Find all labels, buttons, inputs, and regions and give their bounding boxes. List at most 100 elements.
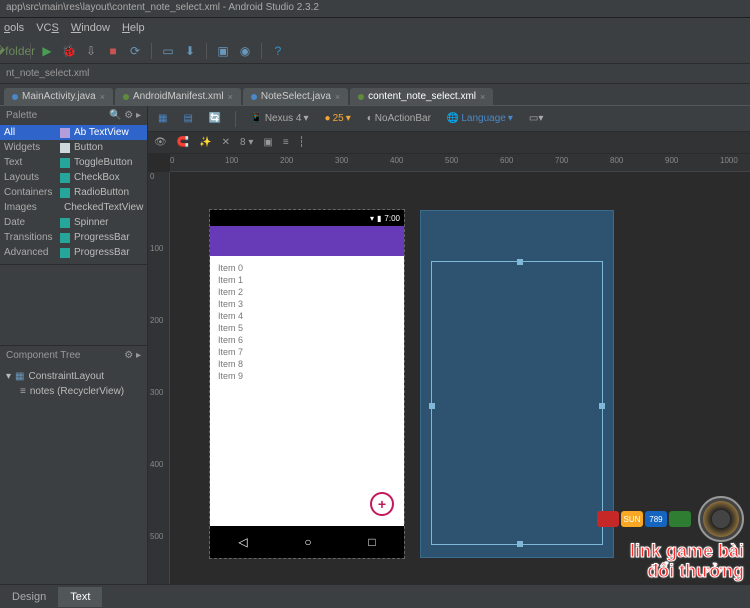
- avd-icon[interactable]: ▭: [160, 43, 176, 59]
- tab-design[interactable]: Design: [0, 587, 58, 607]
- open-icon[interactable]: �folder: [6, 43, 22, 59]
- run-icon[interactable]: ▶: [39, 43, 55, 59]
- magnet-icon[interactable]: 🧲: [177, 137, 189, 148]
- list-item: Item 0: [218, 262, 396, 274]
- design-view-icon[interactable]: ▦: [154, 111, 171, 126]
- widget-textview[interactable]: Ab TextView: [56, 125, 147, 140]
- list-item: Item 1: [218, 274, 396, 286]
- cat-widgets[interactable]: Widgets: [0, 140, 56, 155]
- attach-icon[interactable]: ⇩: [83, 43, 99, 59]
- cat-date[interactable]: Date: [0, 215, 56, 230]
- guideline-icon[interactable]: ┆: [299, 137, 305, 148]
- tab-noteselect[interactable]: NoteSelect.java×: [243, 88, 348, 105]
- api-select[interactable]: ● 25 ▾: [321, 111, 355, 126]
- menu-help[interactable]: Help: [122, 22, 145, 34]
- app-bar: [210, 226, 404, 256]
- xml-icon: [358, 94, 364, 100]
- ruler-horizontal: 01002003004005006007008009001000: [170, 154, 750, 172]
- tab-content-note-select[interactable]: content_note_select.xml×: [350, 88, 493, 105]
- device-preview[interactable]: ▾▮7:00 Item 0Item 1Item 2Item 3Item 4Ite…: [210, 210, 404, 558]
- xml-icon: [123, 94, 129, 100]
- eye-icon[interactable]: 👁: [154, 137, 167, 148]
- ruler-vertical: 0100200300400500: [148, 172, 170, 584]
- widget-checkbox[interactable]: CheckBox: [56, 170, 147, 185]
- nav-bar: ◁ ○ □: [210, 526, 404, 558]
- close-icon[interactable]: ×: [100, 92, 105, 102]
- design-toolbar-2: 👁 🧲 ✨ ✕ 8 ▾ ▣ ≡ ┆: [148, 132, 750, 154]
- cat-all[interactable]: All: [0, 125, 56, 140]
- debug-icon[interactable]: 🐞: [61, 43, 77, 59]
- help-icon[interactable]: ?: [270, 43, 286, 59]
- pack-icon[interactable]: ▣: [263, 137, 272, 148]
- list-item: Item 2: [218, 286, 396, 298]
- layout-icon[interactable]: ▣: [215, 43, 231, 59]
- search-icon[interactable]: 🔍: [109, 110, 121, 121]
- lang-select[interactable]: 🌐 Language ▾: [443, 111, 517, 126]
- tab-text[interactable]: Text: [58, 587, 102, 607]
- widget-progressbar[interactable]: ProgressBar: [56, 245, 147, 260]
- palette-categories: All Widgets Text Layouts Containers Imag…: [0, 125, 56, 264]
- theme-select[interactable]: ◐ NoActionBar: [363, 111, 435, 126]
- component-tree-header: Component Tree ⚙ ▸: [0, 345, 147, 365]
- blueprint-view-icon[interactable]: ▤: [179, 111, 196, 126]
- design-toolbar: ▦ ▤ 🔄 📱 Nexus 4 ▾ ● 25 ▾ ◐ NoActionBar 🌐…: [148, 106, 750, 132]
- java-icon: [12, 94, 18, 100]
- clear-icon[interactable]: ✕: [222, 137, 230, 148]
- variant-icon[interactable]: ▭▾: [525, 111, 547, 126]
- blueprint-selection[interactable]: [431, 261, 603, 545]
- gear-icon[interactable]: ⚙: [124, 110, 133, 121]
- cat-layouts[interactable]: Layouts: [0, 170, 56, 185]
- align-icon[interactable]: ≡: [283, 137, 289, 148]
- tree-root[interactable]: ▾ ▦ ConstraintLayout: [6, 369, 141, 384]
- tree-child[interactable]: ≡ notes (RecyclerView): [6, 384, 141, 399]
- device-select[interactable]: 📱 Nexus 4 ▾: [246, 111, 312, 126]
- blueprint-preview[interactable]: [420, 210, 614, 558]
- watermark-text-2: đổi thưởng: [597, 562, 744, 582]
- menu-window[interactable]: Window: [71, 22, 110, 34]
- widget-checkedtextview[interactable]: CheckedTextView: [56, 200, 147, 215]
- nav-recent-icon: □: [368, 535, 375, 549]
- stop-icon[interactable]: ■: [105, 43, 121, 59]
- tab-manifest[interactable]: AndroidManifest.xml×: [115, 88, 241, 105]
- sync-icon[interactable]: ⟳: [127, 43, 143, 59]
- palette-header: Palette 🔍 ⚙ ▸: [0, 106, 147, 125]
- sdk-icon[interactable]: ⬇: [182, 43, 198, 59]
- list-item: Item 6: [218, 334, 396, 346]
- orientation-icon[interactable]: 🔄: [205, 111, 225, 126]
- cat-transitions[interactable]: Transitions: [0, 230, 56, 245]
- palette-widgets: Ab TextViewButtonToggleButtonCheckBoxRad…: [56, 125, 147, 264]
- list-item: Item 7: [218, 346, 396, 358]
- status-bar: ▾▮7:00: [210, 210, 404, 226]
- menu-vcs[interactable]: VCS: [36, 22, 59, 34]
- watermark-chips: SUN789: [597, 511, 691, 527]
- widget-spinner[interactable]: Spinner: [56, 215, 147, 230]
- widget-button[interactable]: Button: [56, 140, 147, 155]
- wand-icon[interactable]: ✨: [199, 137, 211, 148]
- fab-add[interactable]: +: [370, 492, 394, 516]
- gear-icon[interactable]: ⚙: [124, 350, 133, 361]
- widget-togglebutton[interactable]: ToggleButton: [56, 155, 147, 170]
- java-icon: [251, 94, 257, 100]
- bottom-tabs: Design Text: [0, 584, 750, 608]
- nav-home-icon: ○: [304, 535, 311, 549]
- cat-advanced[interactable]: Advanced: [0, 245, 56, 260]
- widget-radiobutton[interactable]: RadioButton: [56, 185, 147, 200]
- close-icon[interactable]: ×: [480, 92, 485, 102]
- list-item: Item 9: [218, 370, 396, 382]
- widget-progressbar[interactable]: ProgressBar: [56, 230, 147, 245]
- menu-bar: ools VCS Window Help: [0, 18, 750, 38]
- nav-back-icon: ◁: [238, 535, 247, 549]
- editor-tabs: MainActivity.java× AndroidManifest.xml× …: [0, 84, 750, 106]
- close-icon[interactable]: ×: [335, 92, 340, 102]
- cat-containers[interactable]: Containers: [0, 185, 56, 200]
- menu-tools[interactable]: ools: [4, 22, 24, 34]
- margin-select[interactable]: 8 ▾: [240, 137, 253, 148]
- capture-icon[interactable]: ◉: [237, 43, 253, 59]
- component-tree: ▾ ▦ ConstraintLayout ≡ notes (RecyclerVi…: [0, 365, 147, 403]
- title-bar: app\src\main\res\layout\content_note_sel…: [0, 0, 750, 18]
- main-toolbar: �folder ▶ 🐞 ⇩ ■ ⟳ ▭ ⬇ ▣ ◉ ?: [0, 38, 750, 64]
- cat-images[interactable]: Images: [0, 200, 56, 215]
- cat-text[interactable]: Text: [0, 155, 56, 170]
- tab-mainactivity[interactable]: MainActivity.java×: [4, 88, 113, 105]
- close-icon[interactable]: ×: [228, 92, 233, 102]
